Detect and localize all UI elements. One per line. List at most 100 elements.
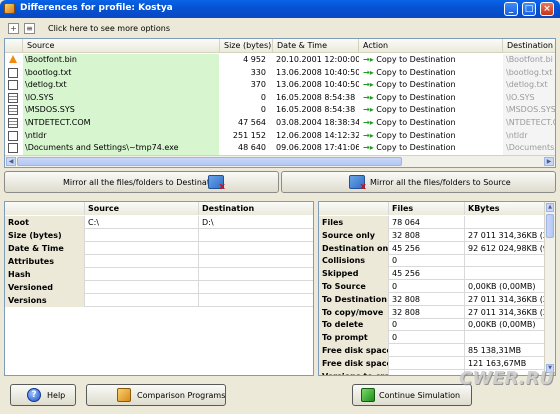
destination-cell: \ntldr (503, 129, 555, 143)
table-row[interactable]: \ntldr 251 152 12.06.2008 14:12:32 →▸ Copy … (5, 129, 555, 143)
help-button[interactable]: ? Help (10, 384, 76, 406)
stats-row[interactable]: Files 78 064 (319, 216, 545, 229)
mirror-to-source-button[interactable]: Mirror all the files/folders to Source (281, 171, 556, 193)
property-row[interactable]: Root C:\ D:\ (5, 216, 313, 229)
property-destination-value (199, 229, 313, 242)
mirror-to-source-label: Mirror all the files/folders to Source (370, 178, 511, 187)
stats-row[interactable]: To Destination 32 808 27 011 314,36KB (26 (319, 292, 545, 306)
stats-files-value: 45 256 (389, 241, 465, 255)
mirror-to-destination-button[interactable]: Mirror all the files/folders to Destinat… (4, 171, 279, 193)
scroll-thumb[interactable] (17, 157, 402, 166)
stats-label: To Destination (319, 292, 389, 306)
mirror-destination-icon (208, 175, 225, 192)
help-icon: ? (27, 388, 41, 402)
scroll-left-icon[interactable]: ◀ (6, 157, 16, 166)
minimize-button[interactable]: _ (504, 2, 518, 16)
action-label: Copy to Destination (376, 80, 456, 90)
property-row[interactable]: Size (bytes) (5, 229, 313, 242)
property-destination-value (199, 255, 313, 268)
date-cell: 09.06.2008 17:41:06 (276, 143, 359, 153)
stats-label: Skipped (319, 267, 389, 281)
stats-kbytes-value: 27 011 314,36KB (26 (468, 294, 545, 304)
column-header-size[interactable]: Size (bytes) (220, 39, 273, 53)
date-cell: 16.05.2008 8:54:38 (276, 105, 356, 115)
column-header-action[interactable]: Action (359, 39, 503, 53)
action-label: Copy to Destination (376, 105, 456, 115)
property-label: Size (bytes) (5, 229, 85, 242)
app-icon (4, 3, 15, 14)
table-row[interactable]: \MSDOS.SYS 0 16.05.2008 8:54:38 →▸ Copy to … (5, 104, 555, 117)
stats-row[interactable]: To Source 0 0,00KB (0,00MB) (319, 280, 545, 293)
file-icon (8, 130, 18, 141)
horizontal-scrollbar[interactable]: ◀ ▶ (5, 155, 555, 167)
stats-row[interactable]: To copy/move 32 808 27 011 314,36KB (26 (319, 305, 545, 319)
stats-row[interactable]: Destination only 45 256 92 612 024,98KB (9… (319, 241, 545, 255)
vertical-scrollbar[interactable]: ▲ ▼ (544, 202, 555, 375)
stats-row[interactable]: To prompt 0 (319, 331, 545, 345)
stats-corner (319, 202, 389, 215)
property-row[interactable]: Versions (5, 294, 313, 307)
property-row[interactable]: Date & Time (5, 242, 313, 255)
action-cell[interactable]: →▸ Copy to Destination (359, 54, 503, 67)
expand-icon[interactable]: + (8, 23, 19, 34)
properties-header-destination: Destination (199, 202, 313, 215)
table-row[interactable]: \detlog.txt 370 13.06.2008 10:40:50 →▸ Copy… (5, 79, 555, 92)
source-cell: \bootlog.txt (23, 66, 219, 80)
properties-grid[interactable]: Source Destination Root C:\ D:\ Size (bytes… (4, 201, 314, 376)
size-cell: 330 (250, 67, 266, 77)
copy-arrow-icon: →▸ (363, 143, 374, 153)
action-cell[interactable]: →▸ Copy to Destination (359, 67, 503, 80)
column-header-date[interactable]: Date & Time (273, 39, 359, 53)
title-bar[interactable]: Differences for profile: Kostya _ □ × (0, 0, 560, 18)
stats-row[interactable]: To delete 0 0,00KB (0,00MB) (319, 318, 545, 332)
more-options-link[interactable]: Click here to see more options (48, 24, 170, 33)
comparison-programs-label: Comparison Programs (137, 391, 226, 400)
property-row[interactable]: Attributes (5, 255, 313, 268)
stats-header-row: Files KBytes (319, 202, 545, 215)
table-row[interactable]: \IO.SYS 0 16.05.2008 8:54:38 →▸ Copy to Des… (5, 91, 555, 105)
properties-corner (5, 202, 85, 215)
comparison-programs-button[interactable]: Comparison Programs (86, 384, 226, 406)
statistics-grid[interactable]: Files KBytes Files 78 064 Source only 32 80… (318, 201, 556, 376)
scroll-right-icon[interactable]: ▶ (544, 157, 554, 166)
action-cell[interactable]: →▸ Copy to Destination (359, 104, 503, 117)
stats-row[interactable]: Source only 32 808 27 011 314,36KB (26 (319, 228, 545, 242)
column-header-destination[interactable]: Destination (503, 39, 555, 53)
stats-files-value: 32 808 (389, 292, 465, 306)
property-row[interactable]: Hash (5, 268, 313, 281)
stats-row[interactable]: Collisions 0 (319, 254, 545, 268)
file-icon (8, 143, 18, 154)
maximize-button[interactable]: □ (522, 2, 536, 16)
table-row[interactable]: \Documents and Settings\~tmp74.exe 48 640… (5, 142, 555, 155)
scroll-up-icon[interactable]: ▲ (546, 203, 554, 212)
action-cell[interactable]: →▸ Copy to Destination (359, 117, 503, 130)
action-cell[interactable]: →▸ Copy to Destination (359, 92, 503, 105)
table-row[interactable]: \Bootfont.bin 4 952 20.10.2001 12:00:00 →▸ … (5, 54, 555, 67)
action-cell[interactable]: →▸ Copy to Destination (359, 130, 503, 143)
table-row[interactable]: \bootlog.txt 330 13.06.2008 10:40:50 →▸ Cop… (5, 66, 555, 80)
property-source-value: C:\ (85, 216, 199, 229)
property-label: Date & Time (5, 242, 85, 255)
table-row[interactable]: \NTDETECT.COM 47 564 03.08.2004 18:38:34 →▸… (5, 117, 555, 130)
file-list[interactable]: Source Size (bytes) Date & Time Action D… (4, 38, 556, 168)
column-header-source[interactable]: Source (23, 39, 220, 53)
action-cell[interactable]: →▸ Copy to Destination (359, 79, 503, 92)
continue-simulation-button[interactable]: Continue Simulation (352, 384, 472, 406)
stats-files-value: 0 (389, 254, 465, 268)
vertical-scroll-thumb[interactable] (546, 214, 554, 238)
stats-label: Free disk space ( (319, 344, 389, 357)
stats-row[interactable]: Free disk space ( 85 138,31MB (319, 344, 545, 357)
property-row[interactable]: Versioned (5, 281, 313, 294)
destination-cell: \IO.SYS (503, 91, 555, 105)
property-label: Hash (5, 268, 85, 281)
options-icon[interactable]: ≡ (24, 23, 35, 34)
stats-files-value: 0 (389, 280, 465, 293)
size-cell: 0 (260, 92, 266, 102)
property-source-value (85, 268, 199, 281)
close-button[interactable]: × (540, 2, 554, 16)
action-cell[interactable]: →▸ Copy to Destination (359, 142, 503, 155)
stats-label: To Source (319, 280, 389, 293)
stats-row[interactable]: Skipped 45 256 (319, 267, 545, 281)
stats-kbytes-value: 85 138,31MB (468, 346, 522, 355)
toolbar: + ≡ Click here to see more options (4, 21, 556, 37)
